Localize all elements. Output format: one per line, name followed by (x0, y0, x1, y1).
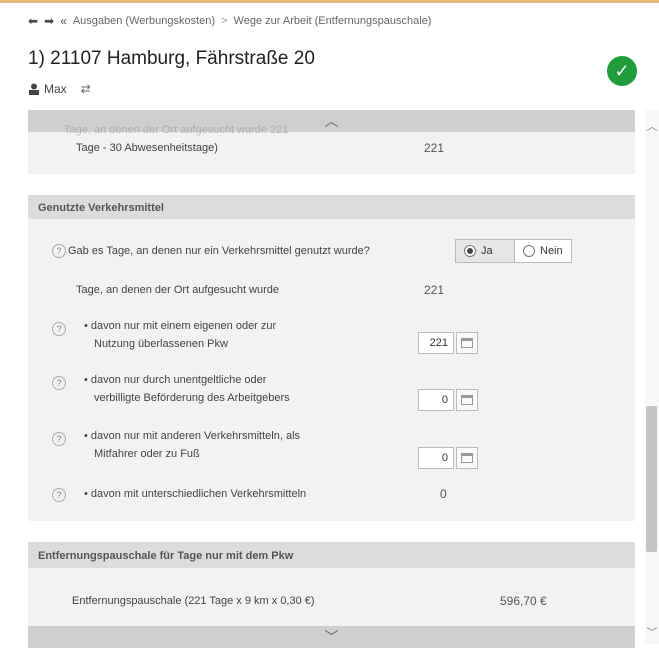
radio-dot-icon (523, 245, 535, 257)
forward-arrow-icon[interactable]: ➡ (44, 14, 54, 28)
breadcrumb-separator: > (221, 15, 228, 27)
radio-dot-icon (464, 245, 476, 257)
breadcrumb-wege[interactable]: Wege zur Arbeit (Entfernungspauschale) (234, 15, 432, 27)
swap-icon[interactable]: ⇄ (81, 82, 91, 96)
pauschale-label: Entfernungspauschale (221 Tage x 9 km x … (72, 595, 315, 607)
breadcrumb-ausgaben[interactable]: Ausgaben (Werbungskosten) (73, 15, 215, 27)
radio-nein[interactable]: Nein (514, 239, 572, 263)
scroll-up-icon[interactable]: ︿ (645, 118, 659, 134)
double-chevron-icon[interactable]: « (60, 14, 67, 28)
radio-nein-label: Nein (540, 245, 563, 257)
scrollbar-track[interactable] (645, 110, 659, 644)
section-heading-verkehrsmittel: Genutzte Verkehrsmittel (28, 195, 635, 219)
back-arrow-icon[interactable]: ⬅ (28, 14, 38, 28)
help-icon[interactable]: ? (52, 376, 66, 390)
help-icon[interactable]: ? (52, 244, 66, 258)
user-name[interactable]: Max (44, 82, 67, 96)
abwesenheit-value: 221 (424, 141, 445, 155)
pkw-label-line2: Nutzung überlassenen Pkw (94, 338, 228, 350)
andere-label-line1: • davon nur mit anderen Verkehrsmitteln,… (84, 430, 301, 442)
andere-days-input[interactable]: 0 (418, 447, 454, 469)
unterschiedlich-value: 0 (440, 487, 447, 501)
radio-ja[interactable]: Ja (455, 239, 515, 263)
breadcrumb: ⬅ ➡ « Ausgaben (Werbungskosten) > Wege z… (28, 14, 431, 28)
help-icon[interactable]: ? (52, 488, 66, 502)
page-title: 1) 21107 Hamburg, Fährstraße 20 (28, 48, 315, 69)
calendar-icon[interactable] (456, 447, 478, 469)
days-label: Tage, an denen der Ort aufgesucht wurde (76, 284, 280, 296)
faded-text: Tage, an denen der Ort aufgesucht wurde … (64, 124, 289, 136)
arbeitgeber-label-line2: verbilligte Beförderung des Arbeitgebers (94, 392, 290, 404)
andere-label-line2: Mitfahrer oder zu Fuß (94, 448, 200, 460)
section-heading-pauschale: Entfernungspauschale für Tage nur mit de… (28, 542, 635, 568)
help-icon[interactable]: ? (52, 322, 66, 336)
verkehrsmittel-card (28, 219, 635, 521)
scrollbar-thumb[interactable] (646, 406, 657, 552)
unterschiedlich-label: • davon mit unterschiedlichen Verkehrsmi… (84, 488, 307, 500)
user-row: Max ⇄ (28, 82, 91, 96)
top-accent-bar (0, 0, 659, 3)
pauschale-value: 596,70 € (500, 594, 547, 608)
abwesenheit-label: Tage - 30 Abwesenheitstage) (76, 142, 218, 154)
pkw-days-input[interactable]: 221 (418, 332, 454, 354)
question-label: Gab es Tage, an denen nur ein Verkehrsmi… (68, 245, 370, 257)
pkw-label-line1: • davon nur mit einem eigenen oder zur (84, 320, 277, 332)
person-icon (29, 83, 39, 95)
calendar-icon[interactable] (456, 332, 478, 354)
radio-ja-label: Ja (481, 245, 493, 257)
calendar-icon[interactable] (456, 389, 478, 411)
scroll-hint-down[interactable]: ﹀ (28, 626, 635, 648)
status-check-icon: ✓ (607, 56, 637, 86)
arbeitgeber-label-line1: • davon nur durch unentgeltliche oder (84, 374, 267, 386)
scroll-down-icon[interactable]: ﹀ (645, 624, 659, 640)
days-value: 221 (424, 283, 445, 297)
arbeitgeber-days-input[interactable]: 0 (418, 389, 454, 411)
help-icon[interactable]: ? (52, 432, 66, 446)
